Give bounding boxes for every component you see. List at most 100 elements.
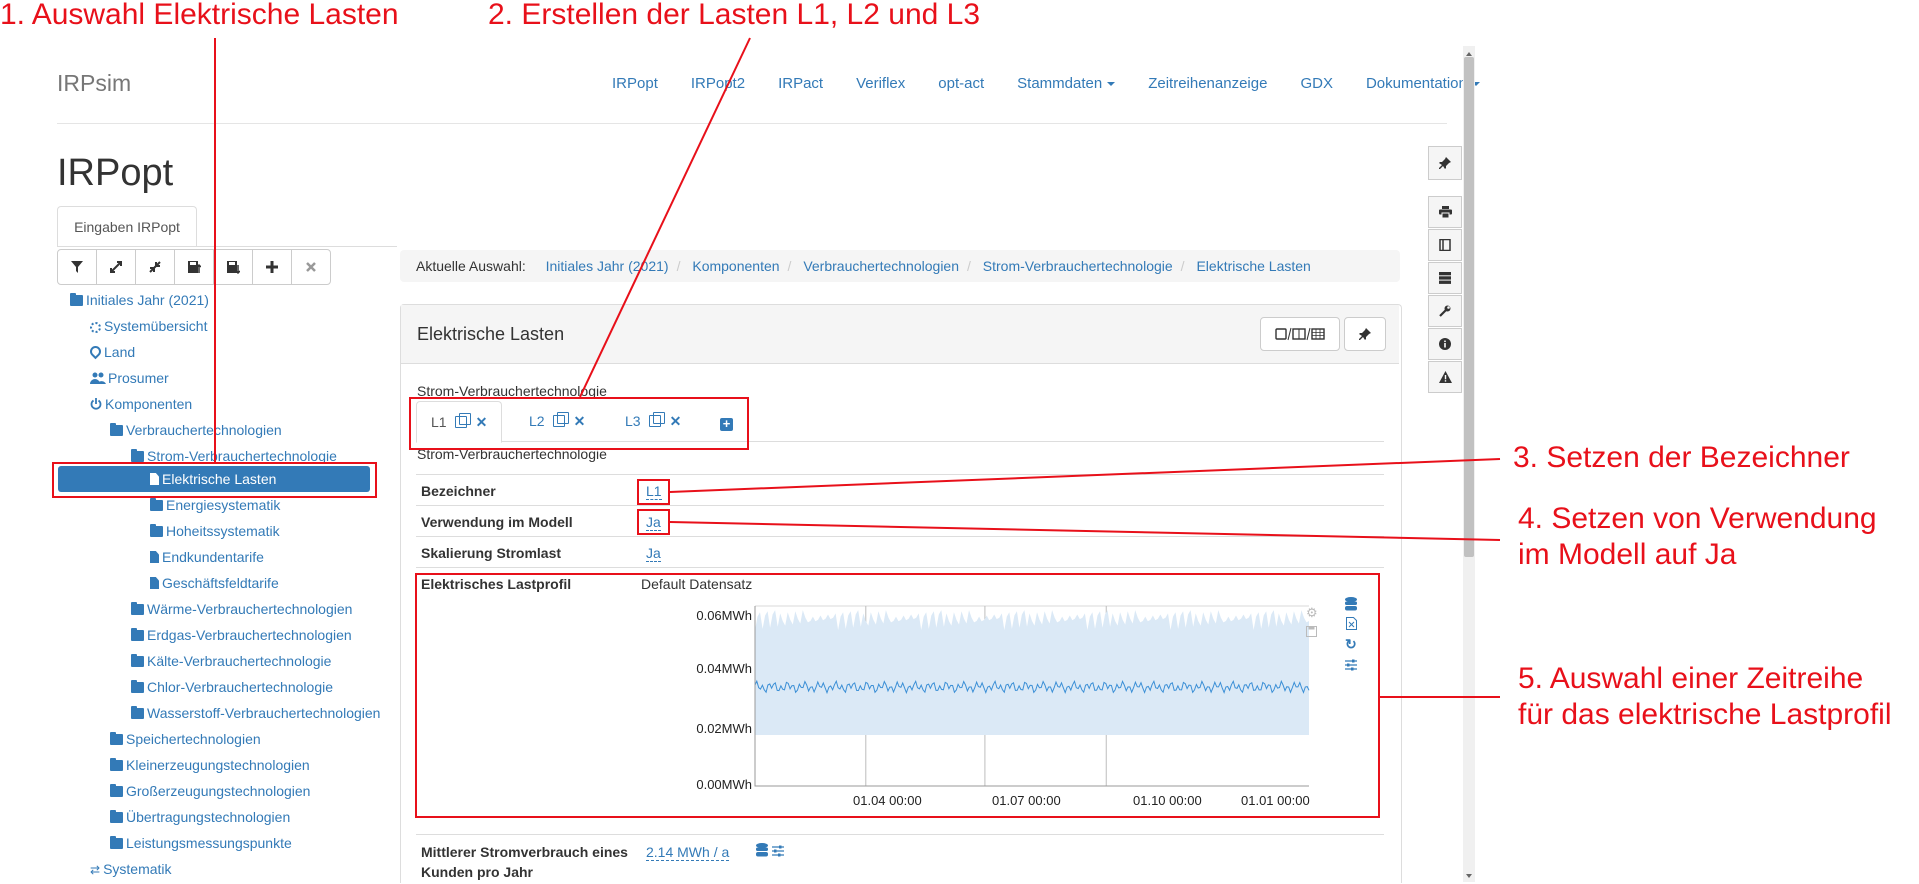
folder-icon	[110, 758, 123, 771]
book-button[interactable]	[1428, 229, 1462, 261]
tree-item-waerme[interactable]: Wärme-Verbrauchertechnologien	[131, 597, 352, 621]
exchange-icon: ⇄	[90, 863, 101, 877]
pin-icon	[1439, 157, 1451, 169]
tree-item-label: Kleinerzeugungstechnologien	[126, 757, 310, 773]
view-mode-icon	[1275, 327, 1325, 341]
skalierung-value[interactable]: Ja	[646, 545, 661, 562]
wrench-icon	[1439, 305, 1451, 317]
tree-item-systematik[interactable]: ⇄ Systematik	[90, 857, 172, 881]
tab-eingaben-irpopt[interactable]: Eingaben IRPopt	[57, 206, 197, 247]
tree-item-hoheitssystematik[interactable]: Hoheitssystematik	[150, 519, 280, 543]
server-button[interactable]	[1428, 262, 1462, 294]
remove-button[interactable]	[291, 249, 331, 285]
nav-zeitreihenanzeige[interactable]: Zeitreihenanzeige	[1148, 75, 1267, 92]
page-title: IRPopt	[57, 152, 174, 194]
breadcrumb-item[interactable]: Elektrische Lasten	[1196, 258, 1310, 274]
warning-button[interactable]	[1428, 361, 1462, 393]
tree-item-endkundentarife[interactable]: Endkundentarife	[150, 545, 264, 569]
tree-item-verbrauchertechnologien[interactable]: Verbrauchertechnologien	[110, 418, 282, 442]
tree-item-geschaeftsfeldtarife[interactable]: Geschäftsfeldtarife	[150, 571, 279, 595]
folder-open-icon	[131, 449, 144, 462]
navbar: IRPopt IRPopt2 IRPact Veriflex opt-act S…	[612, 75, 1513, 92]
filter-button[interactable]	[57, 249, 97, 285]
view-mode-button[interactable]	[1260, 317, 1340, 351]
navbar-divider	[57, 123, 1447, 124]
tree-item-label: Geschäftsfeldtarife	[162, 575, 279, 591]
annotation-step-4-line2: im Modell auf Ja	[1518, 538, 1737, 571]
breadcrumb-item[interactable]: Initiales Jahr (2021)	[546, 258, 669, 274]
wrench-button[interactable]	[1428, 295, 1462, 327]
pin-button[interactable]	[1344, 317, 1386, 351]
annotation-step-5-line2: für das elektrische Lastprofil	[1518, 698, 1892, 731]
tree-item-label: Komponenten	[105, 396, 193, 412]
nav-irpact[interactable]: IRPact	[778, 75, 823, 92]
scroll-down-arrow[interactable]	[1464, 868, 1474, 878]
nav-irpopt2[interactable]: IRPopt2	[691, 75, 745, 92]
book-icon	[1439, 239, 1451, 251]
nav-gdx[interactable]: GDX	[1300, 75, 1333, 92]
folder-icon	[150, 498, 163, 511]
nav-veriflex[interactable]: Veriflex	[856, 75, 905, 92]
tree-item-uebertragung[interactable]: Übertragungstechnologien	[110, 805, 290, 829]
filter-icon	[71, 261, 83, 273]
folder-icon	[131, 706, 144, 719]
breadcrumb-item[interactable]: Verbrauchertechnologien	[803, 258, 959, 274]
tree-item-speicher[interactable]: Speichertechnologien	[110, 727, 261, 751]
skalierung-label: Skalierung Stromlast	[421, 545, 562, 561]
tree-toolbar	[57, 249, 331, 285]
bezeichner-label: Bezeichner	[421, 483, 496, 499]
save-down-button[interactable]	[213, 249, 253, 285]
annotation-step-5-line1: 5. Auswahl einer Zeitreihe	[1518, 662, 1864, 695]
mittlerer-label-line2: Kunden pro Jahr	[421, 864, 534, 880]
nav-opt-act[interactable]: opt-act	[938, 75, 984, 92]
nav-irpopt[interactable]: IRPopt	[612, 75, 658, 92]
info-button[interactable]	[1428, 328, 1462, 360]
tree-item-chlor[interactable]: Chlor-Verbrauchertechnologie	[131, 675, 333, 699]
brand[interactable]: IRPsim	[57, 70, 131, 97]
mittlerer-value[interactable]: 2.14 MWh / a	[646, 844, 730, 861]
tree-item-kaelte[interactable]: Kälte-Verbrauchertechnologie	[131, 649, 331, 673]
breadcrumb-item[interactable]: Strom-Verbrauchertechnologie	[983, 258, 1173, 274]
tree-item-label: Wärme-Verbrauchertechnologien	[147, 601, 353, 617]
nav-stammdaten[interactable]: Stammdaten	[1017, 75, 1116, 92]
tree-item-label: Speichertechnologien	[126, 731, 261, 747]
tree-item-grosserzeugung[interactable]: Großerzeugungstechnologien	[110, 779, 310, 803]
folder-icon	[131, 628, 144, 641]
users-icon	[90, 372, 106, 384]
save-up-button[interactable]	[174, 249, 214, 285]
tree-item-prosumer[interactable]: Prosumer	[90, 366, 169, 390]
expand-button[interactable]	[96, 249, 136, 285]
annotation-box-lastprofil	[415, 573, 1380, 818]
breadcrumb-separator: /	[967, 258, 971, 274]
folder-icon	[110, 810, 123, 823]
tree-item-systemuebersicht[interactable]: Systemübersicht	[90, 314, 207, 338]
scroll-up-arrow[interactable]	[1464, 46, 1474, 56]
tree-item-initiales-jahr[interactable]: Initiales Jahr (2021)	[70, 288, 209, 312]
pin-dock-button[interactable]	[1428, 146, 1462, 180]
add-button[interactable]	[252, 249, 292, 285]
print-button[interactable]	[1428, 196, 1462, 228]
tree-item-kleinerzeugung[interactable]: Kleinerzeugungstechnologien	[110, 753, 310, 777]
breadcrumb-item[interactable]: Komponenten	[692, 258, 779, 274]
database-icon[interactable]	[756, 843, 768, 860]
sliders-icon[interactable]	[772, 844, 784, 860]
print-icon	[1438, 206, 1452, 218]
row-divider	[416, 505, 1384, 506]
pin-icon	[1359, 328, 1371, 340]
annotation-box-tabs	[409, 397, 749, 450]
tree-item-label: Hoheitssystematik	[166, 523, 280, 539]
tree-item-komponenten[interactable]: Komponenten	[90, 392, 192, 416]
caret-down-icon	[1107, 82, 1116, 87]
plus-icon	[266, 261, 278, 273]
power-icon	[90, 398, 102, 410]
tree-item-land[interactable]: Land	[87, 340, 135, 364]
tree-item-wasserstoff[interactable]: Wasserstoff-Verbrauchertechnologien	[131, 701, 380, 725]
row-divider	[416, 536, 1384, 537]
tree-item-leistungsmessung[interactable]: Leistungsmessungspunkte	[110, 831, 292, 855]
spinner-icon	[90, 322, 101, 333]
tree-item-erdgas[interactable]: Erdgas-Verbrauchertechnologien	[131, 623, 352, 647]
scrollbar-thumb[interactable]	[1464, 57, 1474, 557]
collapse-button[interactable]	[135, 249, 175, 285]
map-marker-icon	[87, 343, 104, 360]
folder-icon	[131, 602, 144, 615]
